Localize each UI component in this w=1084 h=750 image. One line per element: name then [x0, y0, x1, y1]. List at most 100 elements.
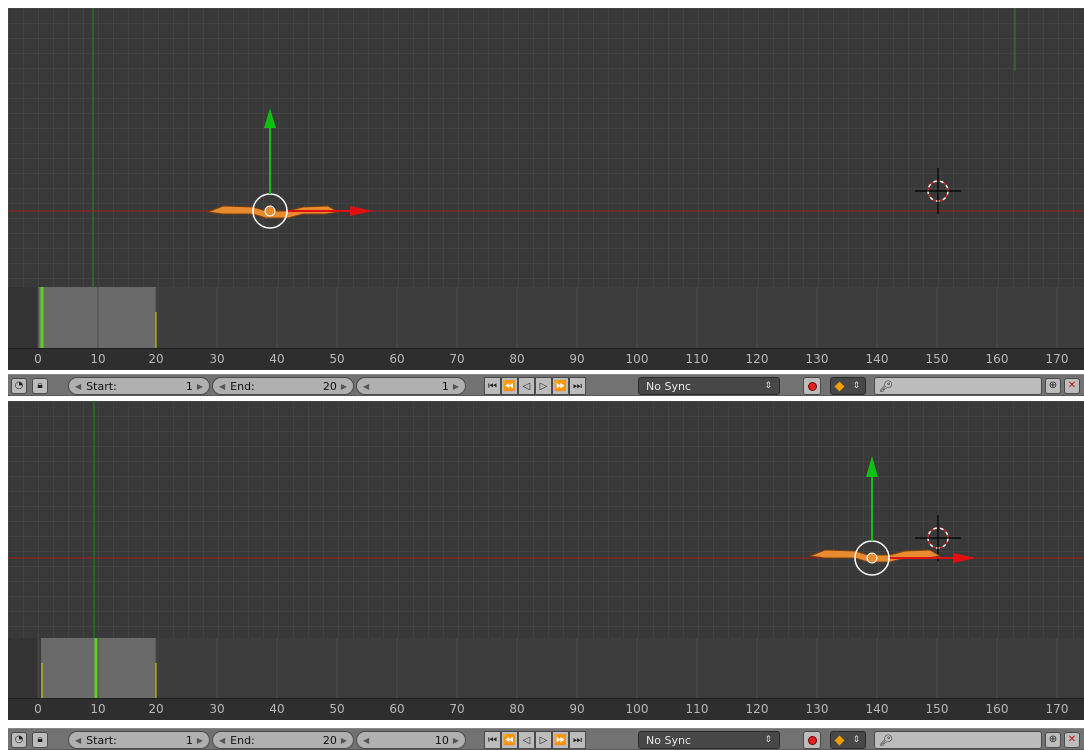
timeline-header-top: ◔ 🔒︎ ◀ Start: 1 ▶ ◀ End: 20 ▶ ◀ 1 ▶ ⏮ ⏪ …	[8, 374, 1084, 396]
ruler-tick: 30	[209, 352, 225, 366]
decrement-arrow-icon[interactable]: ◀	[75, 736, 81, 745]
play-reverse-icon[interactable]: ◁	[518, 377, 535, 395]
increment-arrow-icon[interactable]: ▶	[341, 382, 347, 391]
ruler-tick: 170	[1045, 352, 1069, 366]
frame-range-highlight	[38, 287, 156, 348]
record-button[interactable]	[803, 731, 821, 749]
gizmo-x-arrow-icon	[953, 553, 976, 563]
gizmo-y-arrow-icon	[866, 456, 878, 477]
remove-keying-set-icon[interactable]: ✕	[1064, 732, 1080, 748]
increment-arrow-icon[interactable]: ▶	[453, 736, 459, 745]
3d-viewport-bottom[interactable]	[8, 401, 1084, 638]
keying-mode-dropdown[interactable]: ⇕	[830, 377, 866, 395]
current-frame-value: 10	[434, 733, 449, 747]
play-icon[interactable]: ▷	[535, 731, 552, 749]
keying-set-field[interactable]: 🔑︎	[874, 731, 1042, 749]
end-frame-field[interactable]: ◀ End: 20 ▶	[212, 377, 354, 395]
keying-set-field[interactable]: 🔑︎	[874, 377, 1042, 395]
keying-set-icon: 🔑︎	[879, 733, 893, 747]
editor-type-icon[interactable]: ◔	[11, 378, 27, 394]
ruler-tick: 80	[509, 352, 525, 366]
sync-mode-value: No Sync	[646, 733, 691, 747]
ruler-tick: 90	[569, 702, 585, 716]
previous-keyframe-icon[interactable]: ⏪	[501, 377, 518, 395]
current-frame-value: 1	[441, 379, 449, 393]
timeline-area-top[interactable]: 0 10 20 30 40 50 60 70 80 90 100 110 120…	[8, 287, 1084, 370]
ruler-tick: 80	[509, 702, 525, 716]
start-frame-field[interactable]: ◀ Start: 1 ▶	[68, 731, 210, 749]
decrement-arrow-icon[interactable]: ◀	[363, 736, 369, 745]
jump-to-start-icon[interactable]: ⏮	[484, 377, 501, 395]
ruler-tick: 120	[745, 352, 769, 366]
ruler-tick: 60	[389, 352, 405, 366]
record-icon	[807, 381, 817, 391]
ruler-tick: 150	[925, 702, 949, 716]
increment-arrow-icon[interactable]: ▶	[197, 736, 203, 745]
sync-mode-dropdown[interactable]: No Sync ⇕	[638, 731, 780, 749]
end-frame-label: End:	[230, 379, 255, 393]
record-icon	[807, 735, 817, 745]
transform-gizmo[interactable]	[264, 108, 373, 216]
keying-mode-dropdown[interactable]: ⇕	[830, 731, 866, 749]
decrement-arrow-icon[interactable]: ◀	[219, 736, 225, 745]
start-frame-label: Start:	[86, 733, 117, 747]
current-frame-field[interactable]: ◀ 10 ▶	[356, 731, 466, 749]
next-keyframe-icon[interactable]: ⏩	[552, 731, 569, 749]
record-button[interactable]	[803, 377, 821, 395]
gizmo-x-arrow-icon	[350, 206, 373, 216]
ruler-tick: 10	[90, 352, 106, 366]
remove-keying-set-icon[interactable]: ✕	[1064, 378, 1080, 394]
play-reverse-icon[interactable]: ◁	[518, 731, 535, 749]
increment-arrow-icon[interactable]: ▶	[197, 382, 203, 391]
end-frame-field[interactable]: ◀ End: 20 ▶	[212, 731, 354, 749]
lock-icon[interactable]: 🔒︎	[32, 378, 48, 394]
play-icon[interactable]: ▷	[535, 377, 552, 395]
start-frame-label: Start:	[86, 379, 117, 393]
ruler-tick: 140	[865, 702, 889, 716]
end-frame-value: 20	[322, 379, 337, 393]
end-frame-label: End:	[230, 733, 255, 747]
playback-controls: ⏮ ⏪ ◁ ▷ ⏩ ⏭	[484, 731, 586, 749]
ruler-tick: 170	[1045, 702, 1069, 716]
timeline-area-bottom[interactable]: 0 10 20 30 40 50 60 70 80 90 100 110 120…	[8, 638, 1084, 720]
ruler-tick: 20	[148, 702, 164, 716]
add-keying-set-icon[interactable]: ⊕	[1045, 732, 1061, 748]
frame-ruler[interactable]: 0 10 20 30 40 50 60 70 80 90 100 110 120…	[8, 698, 1084, 720]
increment-arrow-icon[interactable]: ▶	[341, 736, 347, 745]
start-frame-value: 1	[185, 733, 193, 747]
add-keying-set-icon[interactable]: ⊕	[1045, 378, 1061, 394]
updown-arrows-icon: ⇕	[852, 381, 861, 391]
updown-arrows-icon: ⇕	[764, 735, 772, 745]
sync-mode-dropdown[interactable]: No Sync ⇕	[638, 377, 780, 395]
viewport-canvas	[8, 8, 1084, 287]
frame-ruler[interactable]: 0 10 20 30 40 50 60 70 80 90 100 110 120…	[8, 348, 1084, 370]
ruler-tick: 90	[569, 352, 585, 366]
jump-to-end-icon[interactable]: ⏭	[569, 377, 586, 395]
decrement-arrow-icon[interactable]: ◀	[363, 382, 369, 391]
start-frame-field[interactable]: ◀ Start: 1 ▶	[68, 377, 210, 395]
transform-gizmo[interactable]	[866, 456, 976, 563]
3d-viewport-top[interactable]	[8, 8, 1084, 287]
ruler-tick: 110	[685, 702, 709, 716]
jump-to-start-icon[interactable]: ⏮	[484, 731, 501, 749]
ruler-tick: 120	[745, 702, 769, 716]
next-keyframe-icon[interactable]: ⏩	[552, 377, 569, 395]
ruler-tick: 150	[925, 352, 949, 366]
decrement-arrow-icon[interactable]: ◀	[219, 382, 225, 391]
3d-cursor-icon[interactable]	[915, 168, 961, 214]
start-frame-value: 1	[185, 379, 193, 393]
gizmo-y-arrow-icon	[264, 108, 276, 128]
jump-to-end-icon[interactable]: ⏭	[569, 731, 586, 749]
lock-icon[interactable]: 🔒︎	[32, 732, 48, 748]
increment-arrow-icon[interactable]: ▶	[453, 382, 459, 391]
ruler-tick: 100	[625, 702, 649, 716]
ruler-tick: 0	[34, 702, 42, 716]
viewport-canvas	[8, 401, 1084, 638]
previous-keyframe-icon[interactable]: ⏪	[501, 731, 518, 749]
ruler-tick: 20	[148, 352, 164, 366]
ruler-tick: 160	[985, 702, 1009, 716]
decrement-arrow-icon[interactable]: ◀	[75, 382, 81, 391]
ruler-tick: 40	[269, 352, 285, 366]
editor-type-icon[interactable]: ◔	[11, 732, 27, 748]
current-frame-field[interactable]: ◀ 1 ▶	[356, 377, 466, 395]
